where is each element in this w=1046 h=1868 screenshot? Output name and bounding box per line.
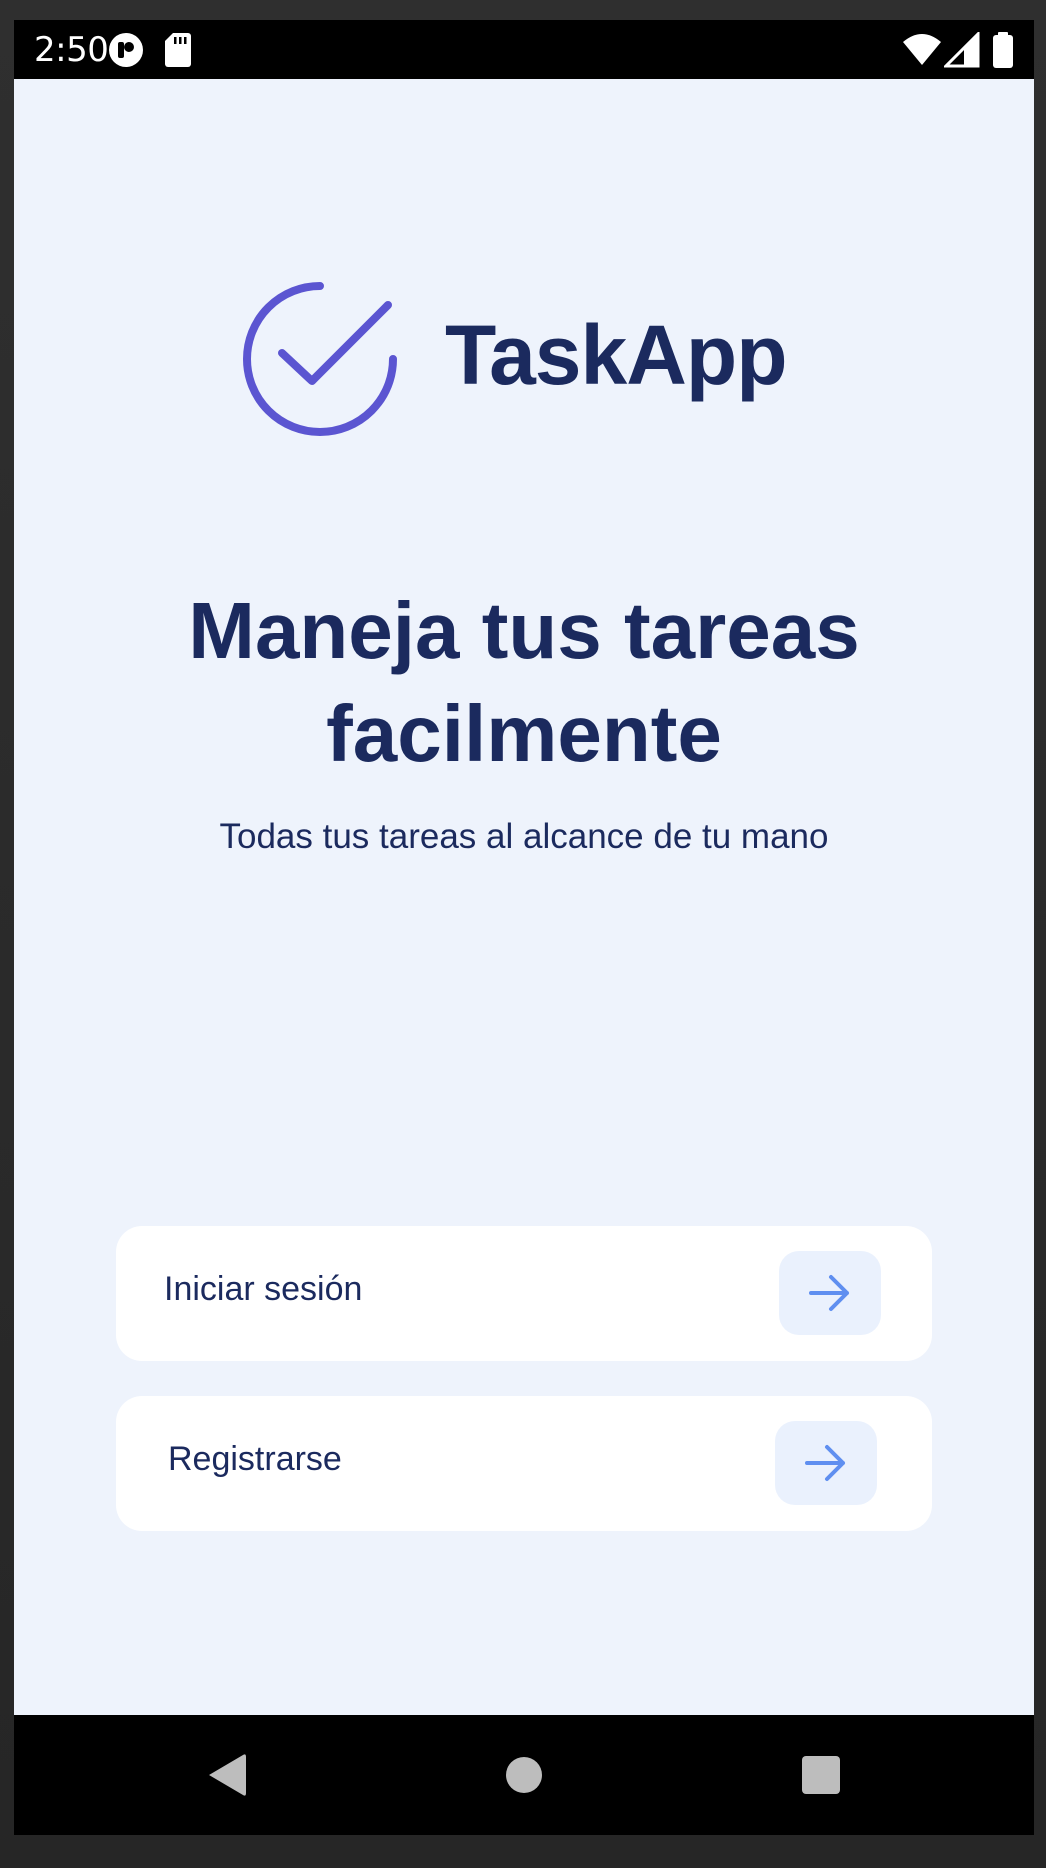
wifi-icon: [903, 34, 941, 65]
arrow-right-icon: [809, 1275, 849, 1311]
status-time: 2:50: [34, 30, 109, 70]
phone-screen: 2:50 TaskApp Maneja tus tareas facilment…: [14, 20, 1034, 1835]
battery-icon: [993, 32, 1013, 68]
register-arrow-button[interactable]: [775, 1421, 877, 1505]
device-frame: 2:50 TaskApp Maneja tus tareas facilment…: [0, 0, 1046, 1868]
login-button[interactable]: Iniciar sesión: [116, 1226, 932, 1361]
subtitle: Todas tus tareas al alcance de tu mano: [219, 817, 829, 856]
welcome-screen: TaskApp Maneja tus tareas facilmente Tod…: [14, 79, 1034, 1715]
status-bar: 2:50: [14, 20, 1034, 79]
login-label: Iniciar sesión: [164, 1270, 363, 1308]
check-circle-icon: [243, 282, 397, 436]
brand: TaskApp: [240, 279, 830, 439]
home-icon[interactable]: [500, 1751, 548, 1799]
login-arrow-button[interactable]: [779, 1251, 881, 1335]
register-button[interactable]: Registrarse: [116, 1396, 932, 1531]
headline: Maneja tus tareas facilmente: [188, 586, 860, 778]
arrow-right-icon: [805, 1445, 845, 1481]
notification-app-icon: [109, 33, 143, 67]
navigation-bar: [14, 1715, 1034, 1835]
register-label: Registrarse: [168, 1440, 342, 1478]
cell-signal-icon: [944, 32, 980, 68]
back-icon[interactable]: [203, 1751, 251, 1799]
recents-icon[interactable]: [797, 1751, 845, 1799]
sd-card-icon: [165, 33, 191, 67]
app-name: TaskApp: [445, 308, 788, 402]
